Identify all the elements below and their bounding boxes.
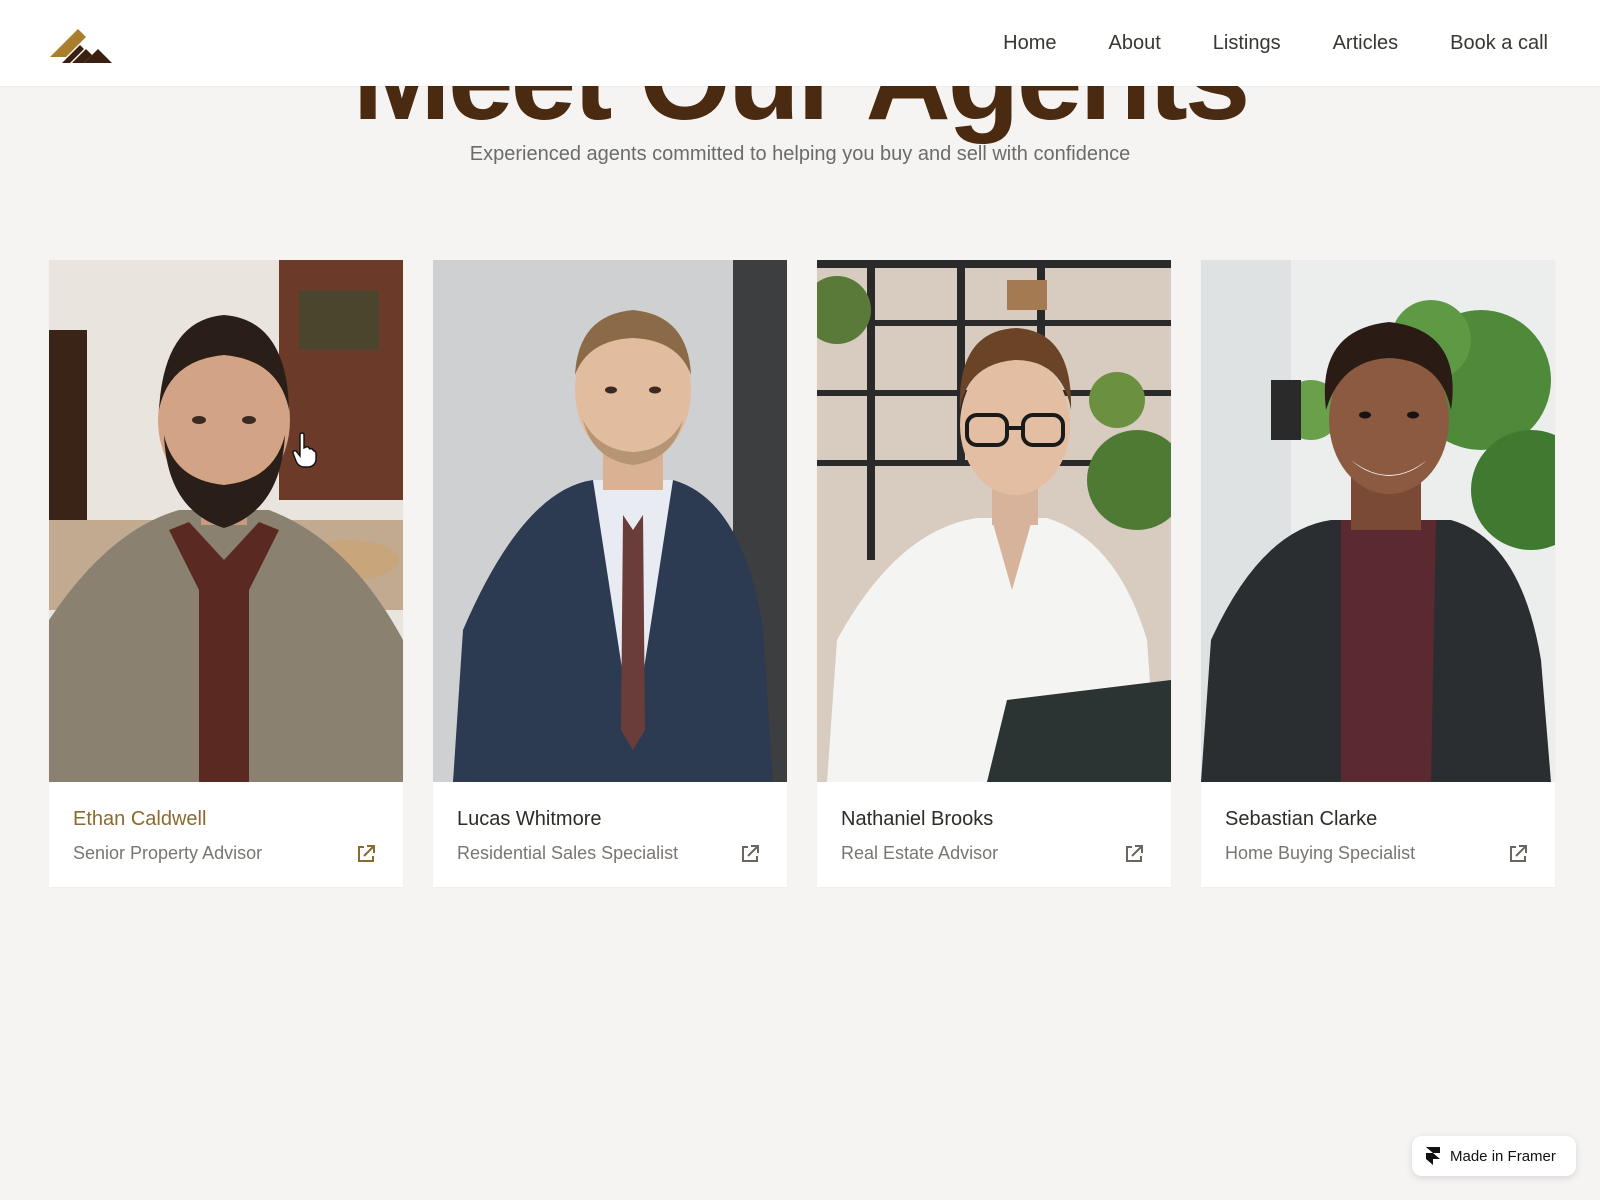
- agent-name[interactable]: Nathaniel Brooks: [841, 808, 1147, 831]
- agent-photo: [1201, 260, 1555, 782]
- agent-card[interactable]: Ethan Caldwell Senior Property Advisor: [49, 260, 403, 887]
- nav-book-a-call[interactable]: Book a call: [1450, 32, 1548, 55]
- nav-listings[interactable]: Listings: [1213, 32, 1281, 55]
- external-link-icon[interactable]: [1123, 843, 1145, 865]
- brand-logo[interactable]: [48, 23, 114, 63]
- page: Meet Our Agents Experienced agents commi…: [0, 0, 1600, 1200]
- agent-name[interactable]: Ethan Caldwell: [73, 808, 379, 831]
- agent-role: Residential Sales Specialist: [457, 843, 679, 863]
- external-link-icon[interactable]: [1507, 843, 1529, 865]
- agent-cards: Ethan Caldwell Senior Property Advisor L…: [49, 260, 1555, 887]
- agent-photo: [817, 260, 1171, 782]
- agent-role: Home Buying Specialist: [1225, 843, 1416, 863]
- section-subtitle: Experienced agents committed to helping …: [469, 143, 1131, 165]
- agent-info: Nathaniel Brooks Real Estate Advisor: [817, 782, 1171, 887]
- external-link-icon[interactable]: [739, 843, 761, 865]
- agent-name[interactable]: Lucas Whitmore: [457, 808, 763, 831]
- made-in-framer-badge[interactable]: Made in Framer: [1412, 1136, 1576, 1176]
- agent-role: Senior Property Advisor: [73, 843, 263, 863]
- external-link-icon[interactable]: [355, 843, 377, 865]
- agent-card[interactable]: Lucas Whitmore Residential Sales Special…: [433, 260, 787, 887]
- badge-label: Made in Framer: [1450, 1147, 1556, 1165]
- site-header: Home About Listings Articles Book a call: [0, 0, 1600, 86]
- agent-info: Lucas Whitmore Residential Sales Special…: [433, 782, 787, 887]
- agent-photo: [49, 260, 403, 782]
- nav-about[interactable]: About: [1109, 32, 1161, 55]
- agent-photo: [433, 260, 787, 782]
- agent-card[interactable]: Sebastian Clarke Home Buying Specialist: [1201, 260, 1555, 887]
- agent-role: Real Estate Advisor: [841, 843, 999, 863]
- nav-home[interactable]: Home: [1003, 32, 1056, 55]
- agent-info: Sebastian Clarke Home Buying Specialist: [1201, 782, 1555, 887]
- agent-info: Ethan Caldwell Senior Property Advisor: [49, 782, 403, 887]
- agent-card[interactable]: Nathaniel Brooks Real Estate Advisor: [817, 260, 1171, 887]
- main-nav: Home About Listings Articles Book a call: [1003, 32, 1548, 55]
- agent-name[interactable]: Sebastian Clarke: [1225, 808, 1531, 831]
- framer-logo-icon: [1426, 1147, 1440, 1165]
- nav-articles[interactable]: Articles: [1333, 32, 1399, 55]
- hand-cursor-icon: [292, 432, 317, 468]
